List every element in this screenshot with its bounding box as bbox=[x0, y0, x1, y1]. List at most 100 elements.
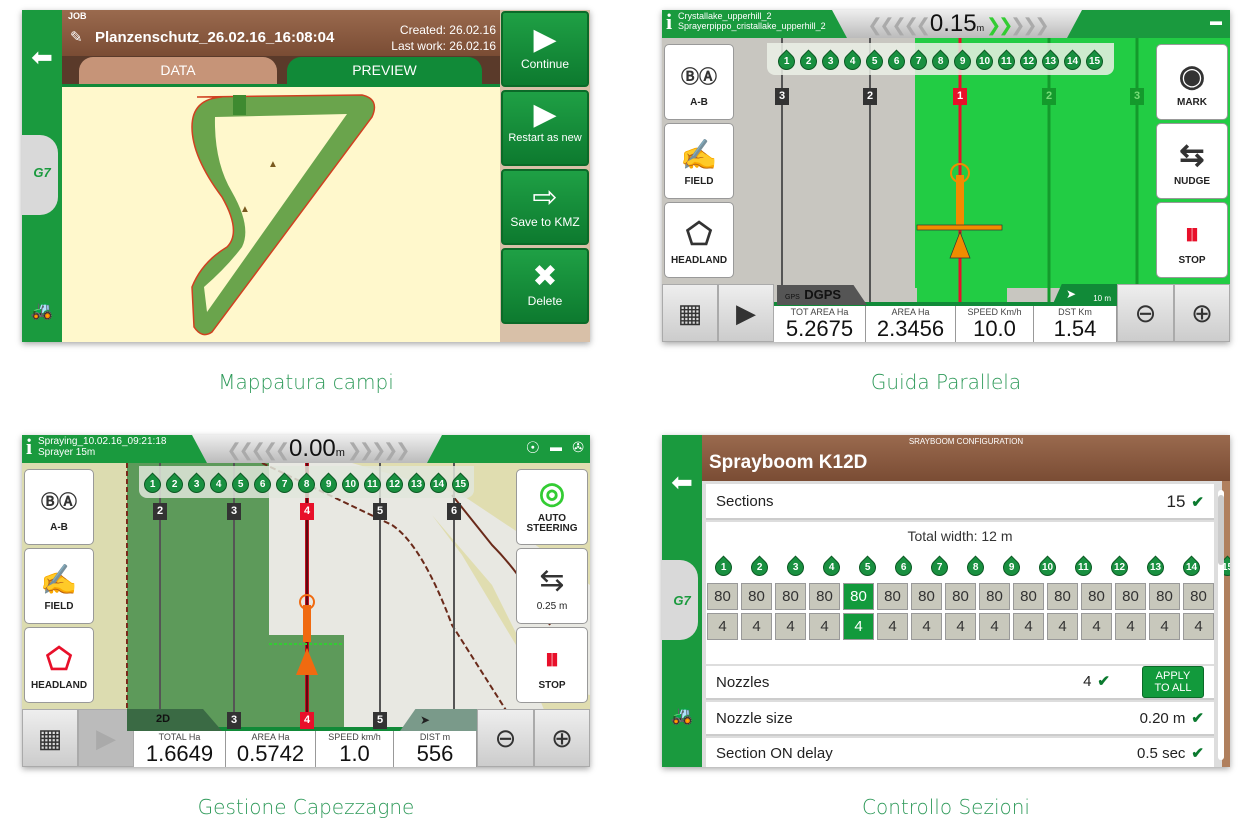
section-cell[interactable]: 4 bbox=[707, 613, 738, 640]
section-drop-icon[interactable]: 14 bbox=[1179, 555, 1204, 580]
section-cell[interactable]: 80 bbox=[979, 583, 1010, 610]
section-cell[interactable]: 4 bbox=[979, 613, 1010, 640]
section-drop-icon[interactable]: 6 bbox=[884, 48, 909, 74]
nudge-button[interactable]: ⇆ NUDGE bbox=[1156, 123, 1228, 199]
auto-steering-button[interactable]: ◎ AUTO STEERING bbox=[516, 469, 588, 545]
menu-grid-button[interactable]: ▦ bbox=[662, 284, 718, 342]
mark-button[interactable]: ◉ MARK bbox=[1156, 44, 1228, 120]
section-cell[interactable]: 80 bbox=[1183, 583, 1214, 610]
tab-data[interactable]: DATA bbox=[79, 57, 277, 84]
pencil-icon[interactable]: ✎ bbox=[70, 28, 83, 46]
zoom-out-button[interactable]: ⊖ bbox=[477, 709, 534, 767]
ab-line-button[interactable]: ⒷⒶ A-B bbox=[664, 44, 734, 120]
sprayer-status-icon[interactable]: ▬ bbox=[1210, 14, 1222, 28]
section-cell[interactable]: 80 bbox=[911, 583, 942, 610]
section-cell[interactable]: 4 bbox=[877, 613, 908, 640]
camera-button[interactable]: ▶ bbox=[718, 284, 774, 342]
section-drop-icon[interactable]: 9 bbox=[950, 48, 975, 74]
chevron-down-icon[interactable]: ✔︎ bbox=[1191, 745, 1204, 762]
section-drop-icon[interactable]: 7 bbox=[927, 555, 952, 580]
sections-row[interactable]: Sections 15 ✔︎ bbox=[706, 484, 1214, 520]
section-drop-icon[interactable]: 3 bbox=[783, 555, 808, 580]
section-cell[interactable]: 4 bbox=[911, 613, 942, 640]
section-drop-icon[interactable]: 5 bbox=[862, 48, 887, 74]
section-cell[interactable]: 80 bbox=[775, 583, 806, 610]
section-drop-icon[interactable]: 1 bbox=[140, 471, 165, 497]
section-drop-icon[interactable]: 13 bbox=[1143, 555, 1168, 580]
section-cell[interactable]: 4 bbox=[741, 613, 772, 640]
section-cell[interactable]: 80 bbox=[1013, 583, 1044, 610]
section-drop-icon[interactable]: 12 bbox=[1016, 48, 1041, 74]
signal-icon[interactable]: ✇ bbox=[572, 439, 584, 456]
ab-line-button[interactable]: ⒷⒶ A-B bbox=[24, 469, 94, 545]
apply-to-all-button[interactable]: APPLY TO ALL bbox=[1142, 666, 1204, 698]
section-cell[interactable]: 80 bbox=[945, 583, 976, 610]
section-cell[interactable]: 80 bbox=[843, 583, 874, 610]
section-cell[interactable]: 80 bbox=[1115, 583, 1146, 610]
section-cell[interactable]: 80 bbox=[877, 583, 908, 610]
section-drop-icon[interactable]: 10 bbox=[338, 471, 363, 497]
section-drop-icon[interactable]: 8 bbox=[294, 471, 319, 497]
section-drop-icon[interactable]: 5 bbox=[228, 471, 253, 497]
restart-as-new-button[interactable]: ▶︎ Restart as new bbox=[501, 90, 589, 166]
section-drop-icon[interactable]: 13 bbox=[404, 471, 429, 497]
info-icon[interactable]: Spraying_10.02.16_09:21:18Sprayer 15m bbox=[26, 436, 166, 458]
section-on-delay-row[interactable]: Section ON delay 0.5 sec ✔︎ bbox=[706, 738, 1214, 767]
section-drop-icon[interactable]: 14 bbox=[426, 471, 451, 497]
section-drop-icon[interactable]: 7 bbox=[272, 471, 297, 497]
section-drop-icon[interactable]: 15 bbox=[1082, 48, 1107, 74]
zoom-out-button[interactable]: ⊖ bbox=[1117, 284, 1174, 342]
zoom-in-button[interactable]: ⊕ bbox=[1174, 284, 1230, 342]
section-cell[interactable]: 4 bbox=[1115, 613, 1146, 640]
section-drop-icon[interactable]: 10 bbox=[972, 48, 997, 74]
section-drop-icon[interactable]: 6 bbox=[891, 555, 916, 580]
delete-button[interactable]: ✖ Delete bbox=[501, 248, 589, 324]
section-drop-icon[interactable]: 11 bbox=[360, 471, 385, 497]
section-drop-icon[interactable]: 10 bbox=[1035, 555, 1060, 580]
scrollbar[interactable] bbox=[1218, 490, 1224, 760]
section-cell[interactable]: 80 bbox=[1149, 583, 1180, 610]
section-drop-icon[interactable]: 9 bbox=[999, 555, 1024, 580]
section-drop-icon[interactable]: 11 bbox=[1071, 555, 1096, 580]
section-drop-icon[interactable]: 14 bbox=[1060, 48, 1085, 74]
continue-button[interactable]: ▶︎ Continue bbox=[501, 11, 589, 87]
section-drop-icon[interactable]: 13 bbox=[1038, 48, 1063, 74]
view-mode-2d[interactable]: 2D bbox=[153, 711, 173, 728]
back-arrow-icon[interactable]: ⬅ bbox=[26, 42, 58, 73]
chevron-down-icon[interactable]: ✔︎ bbox=[1191, 494, 1204, 511]
nozzle-size-row[interactable]: Nozzle size 0.20 m ✔︎ bbox=[706, 702, 1214, 736]
section-drop-icon[interactable]: 3 bbox=[818, 48, 843, 74]
menu-grid-button[interactable]: ▦ bbox=[22, 709, 78, 767]
info-icon[interactable]: Crystallake_upperhill_2Sprayerpippo_cris… bbox=[666, 11, 826, 33]
tractor-icon[interactable]: 🚜 bbox=[666, 705, 698, 726]
section-drop-icon[interactable]: 11 bbox=[994, 48, 1019, 74]
nozzles-row[interactable]: Nozzles 4 ✔︎ APPLY TO ALL bbox=[706, 666, 1214, 700]
section-cell[interactable]: 4 bbox=[1081, 613, 1112, 640]
section-drop-icon[interactable]: 4 bbox=[840, 48, 865, 74]
section-cell[interactable]: 4 bbox=[1047, 613, 1078, 640]
section-drop-icon[interactable]: 9 bbox=[316, 471, 341, 497]
section-drop-icon[interactable]: 8 bbox=[963, 555, 988, 580]
section-cell[interactable]: 4 bbox=[775, 613, 806, 640]
section-drop-icon[interactable]: 6 bbox=[250, 471, 275, 497]
section-cell[interactable]: 4 bbox=[843, 613, 874, 640]
section-drop-icon[interactable]: 4 bbox=[206, 471, 231, 497]
tractor-icon[interactable]: 🚜 bbox=[26, 300, 58, 321]
section-drop-icon[interactable]: 4 bbox=[819, 555, 844, 580]
section-cell[interactable]: 4 bbox=[1013, 613, 1044, 640]
section-drop-icon[interactable]: 12 bbox=[1107, 555, 1132, 580]
camera-button[interactable]: ▶ bbox=[78, 709, 134, 767]
stop-button[interactable]: ⏸︎ STOP bbox=[516, 627, 588, 703]
field-button[interactable]: ✍ FIELD bbox=[664, 123, 734, 199]
sprayer-status-icon[interactable]: ▬ bbox=[550, 440, 562, 454]
headland-button[interactable]: ⬠ HEADLAND bbox=[24, 627, 94, 703]
section-drop-icon[interactable]: 3 bbox=[184, 471, 209, 497]
section-cell[interactable]: 4 bbox=[809, 613, 840, 640]
section-cell[interactable]: 80 bbox=[1047, 583, 1078, 610]
zoom-in-button[interactable]: ⊕ bbox=[534, 709, 590, 767]
section-drop-icon[interactable]: 15 bbox=[448, 471, 473, 497]
stop-button[interactable]: ⏸︎ STOP bbox=[1156, 202, 1228, 278]
section-drop-icon[interactable]: 1 bbox=[774, 48, 799, 74]
section-drop-icon[interactable]: 2 bbox=[747, 555, 772, 580]
section-cell[interactable]: 4 bbox=[1149, 613, 1180, 640]
